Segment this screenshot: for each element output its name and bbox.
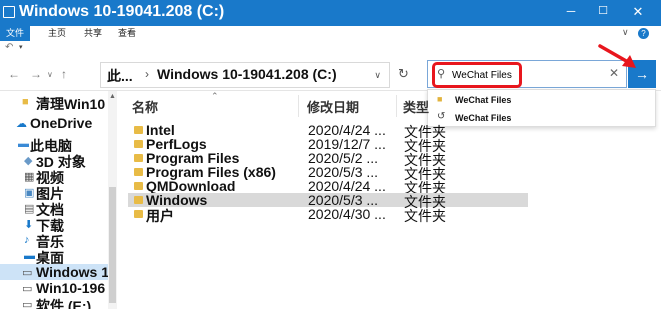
sort-ascending-icon: ⌃ — [211, 91, 219, 101]
folder-icon — [134, 196, 143, 204]
folder-icon: ■ — [22, 96, 29, 108]
column-header-type[interactable]: 类型 — [403, 97, 429, 116]
file-list: ⌃ 名称 修改日期 类型 Intel 2020/4/24 ... 文件夹 Per… — [118, 91, 661, 309]
window-title: Windows 10-19041.208 (C:) — [19, 3, 225, 20]
download-icon: ⬇ — [24, 219, 34, 231]
folder-icon — [134, 140, 143, 148]
expand-ribbon-icon[interactable]: ∨ — [622, 27, 629, 38]
red-arrow-annotation — [598, 44, 636, 68]
table-row[interactable]: 用户 2020/4/30 ... 文件夹 — [128, 206, 528, 224]
sidebar-item-this-pc[interactable]: ▬ 此电脑 — [0, 136, 108, 152]
table-row[interactable]: Windows 2020/5/3 ... 文件夹 — [128, 192, 528, 210]
address-bar[interactable]: 此... › Windows 10-19041.208 (C:) ∨ — [100, 62, 390, 88]
table-row[interactable]: PerfLogs 2019/12/7 ... 文件夹 — [128, 136, 528, 154]
folder-icon — [134, 154, 143, 162]
refresh-button[interactable]: ↻ — [398, 66, 409, 82]
sidebar-item-downloads[interactable]: ⬇ 下载 — [0, 216, 108, 232]
red-highlight-box — [432, 62, 522, 88]
breadcrumb-current-drive[interactable]: Windows 10-19041.208 (C:) — [157, 66, 337, 82]
folder-icon — [134, 126, 143, 134]
sidebar-item-win10-drive[interactable]: ▭ Win10-196 — [0, 280, 108, 296]
explorer-app-icon[interactable] — [3, 6, 15, 18]
sidebar-item-music[interactable]: ♪ 音乐 — [0, 232, 108, 248]
sidebar-item-windows-drive[interactable]: ▭ Windows 1 — [0, 264, 108, 280]
minimize-button[interactable]: ─ — [560, 4, 582, 18]
tab-view[interactable]: 查看 — [114, 26, 140, 41]
sidebar-item-pictures[interactable]: ▣ 图片 — [0, 184, 108, 200]
scrollbar-thumb[interactable] — [109, 187, 116, 303]
quick-access-toolbar: ↶ ▾ — [0, 41, 661, 57]
sidebar-item-software-drive[interactable]: ▭ 软件 (E:) — [0, 296, 108, 309]
ribbon-tabs: 文件 主页 共享 查看 ∨ ? — [0, 26, 661, 41]
pictures-icon: ▣ — [24, 187, 35, 199]
recent-locations-icon[interactable]: ∨ — [47, 70, 53, 79]
customize-toolbar-icon[interactable]: ▾ — [19, 43, 23, 51]
drive-icon: ▭ — [22, 267, 33, 279]
drive-icon: ▭ — [22, 283, 33, 295]
breadcrumb-this-pc[interactable]: 此... — [107, 66, 133, 86]
table-row[interactable]: QMDownload 2020/4/24 ... 文件夹 — [128, 178, 528, 196]
sidebar-item-desktop[interactable]: ▬ 桌面 — [0, 248, 108, 264]
video-icon: ▦ — [24, 171, 35, 183]
column-divider[interactable] — [298, 95, 299, 117]
sidebar-item-cleanup[interactable]: ■ 清理Win10 — [0, 94, 108, 110]
desktop-icon: ▬ — [24, 250, 35, 262]
sidebar-item-documents[interactable]: ▤ 文档 — [0, 200, 108, 216]
sidebar-item-3d-objects[interactable]: ◆ 3D 对象 — [0, 152, 108, 168]
sidebar-scrollbar[interactable]: ▲ — [108, 91, 117, 309]
table-row[interactable]: Intel 2020/4/24 ... 文件夹 — [128, 122, 528, 140]
scroll-up-icon[interactable]: ▲ — [109, 93, 116, 100]
folder-icon — [134, 168, 143, 176]
back-button[interactable]: ← — [8, 67, 20, 81]
navigation-pane: ■ 清理Win10 ☁ OneDrive ▬ 此电脑 ◆ 3D 对象 ▦ 视频 … — [0, 91, 117, 309]
up-button[interactable]: ↑ — [61, 67, 67, 81]
sidebar-item-onedrive[interactable]: ☁ OneDrive — [0, 115, 108, 131]
tab-home[interactable]: 主页 — [44, 26, 70, 41]
forward-button[interactable]: → — [30, 67, 42, 81]
documents-icon: ▤ — [24, 203, 35, 215]
cloud-icon: ☁ — [16, 118, 27, 130]
title-bar: Windows 10-19041.208 (C:) ─ ☐ ✕ — [0, 0, 661, 26]
column-divider[interactable] — [396, 95, 397, 117]
drive-icon: ▭ — [22, 299, 33, 309]
table-row[interactable]: Program Files 2020/5/2 ... 文件夹 — [128, 150, 528, 168]
column-header-date[interactable]: 修改日期 — [307, 97, 359, 116]
table-row[interactable]: Program Files (x86) 2020/5/3 ... 文件夹 — [128, 164, 528, 182]
music-icon: ♪ — [24, 234, 30, 246]
maximize-button[interactable]: ☐ — [592, 4, 614, 17]
help-icon[interactable]: ? — [638, 28, 649, 39]
close-button[interactable]: ✕ — [627, 4, 649, 20]
cube-icon: ◆ — [24, 155, 33, 167]
tab-share[interactable]: 共享 — [80, 26, 106, 41]
folder-icon — [134, 210, 143, 218]
sidebar-item-videos[interactable]: ▦ 视频 — [0, 168, 108, 184]
computer-icon: ▬ — [18, 138, 29, 150]
undo-icon[interactable]: ↶ — [5, 42, 13, 53]
column-header-name[interactable]: 名称 — [132, 97, 158, 116]
address-dropdown-icon[interactable]: ∨ — [374, 70, 381, 81]
folder-icon — [134, 182, 143, 190]
tab-file[interactable]: 文件 — [0, 26, 30, 41]
breadcrumb-separator-icon[interactable]: › — [145, 67, 149, 81]
